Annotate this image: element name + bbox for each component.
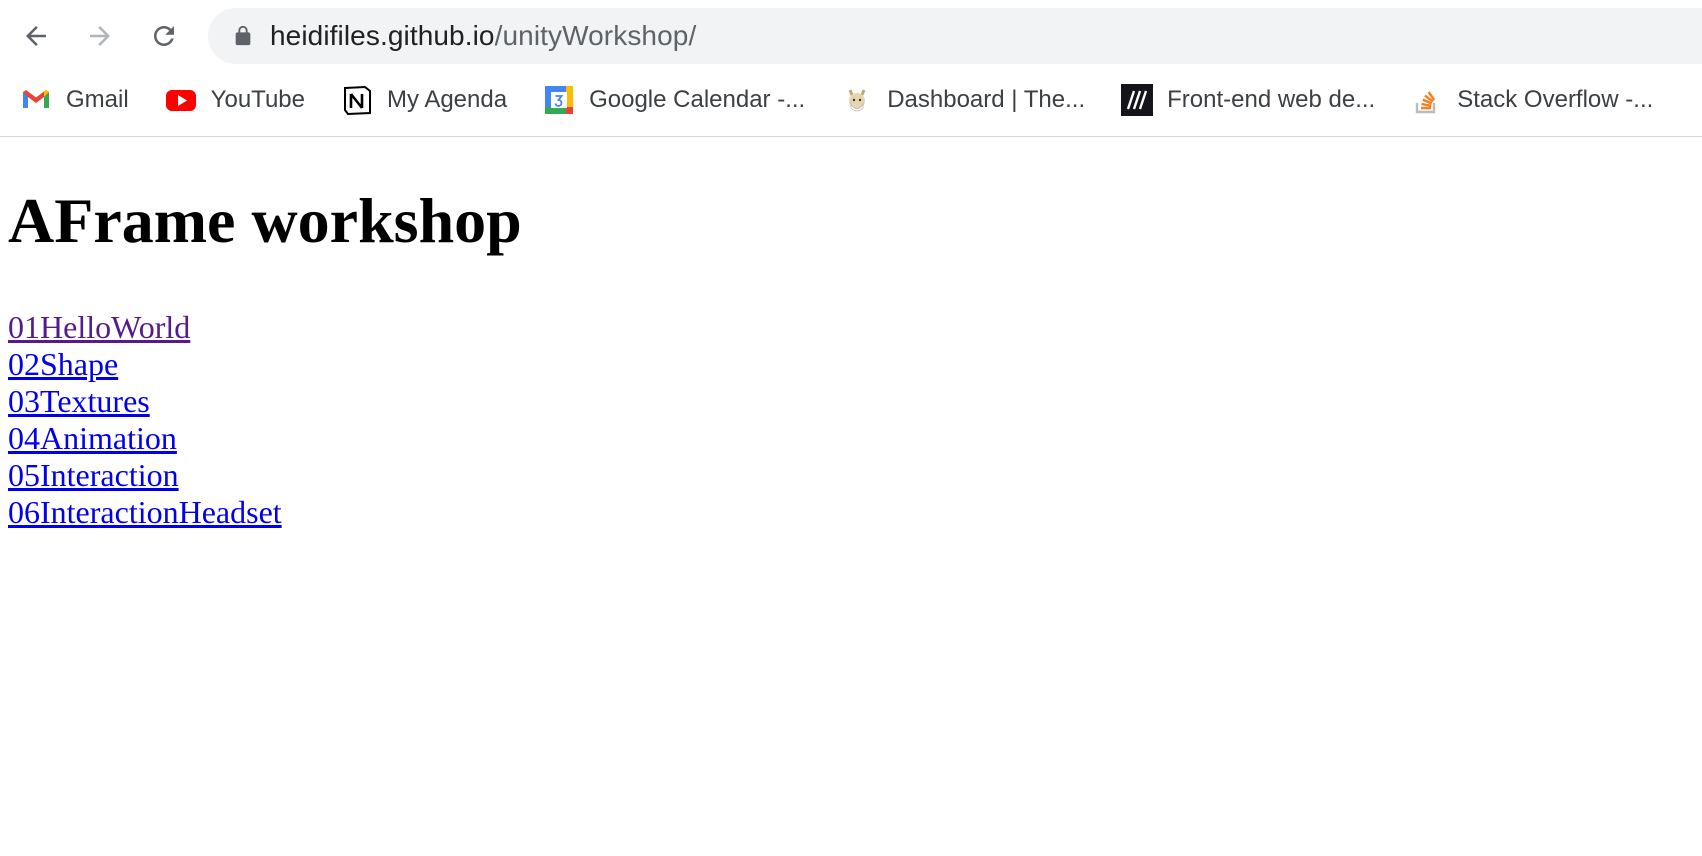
arrow-left-icon bbox=[26, 26, 46, 46]
url-host: heidifiles.github.io bbox=[270, 20, 495, 51]
youtube-icon bbox=[165, 84, 197, 116]
link-01-hello-world[interactable]: 01HelloWorld bbox=[8, 309, 190, 346]
browser-toolbar: heidifiles.github.io/unityWorkshop/ bbox=[0, 0, 1702, 72]
bookmarks-bar: Gmail YouTube My Agenda Google Calendar … bbox=[0, 76, 1702, 124]
link-03-textures[interactable]: 03Textures bbox=[8, 383, 150, 420]
link-04-animation[interactable]: 04Animation bbox=[8, 420, 177, 457]
url-path: /unityWorkshop/ bbox=[494, 20, 697, 51]
bookmark-label: Stack Overflow -... bbox=[1457, 86, 1654, 113]
arrow-right-icon bbox=[90, 26, 110, 46]
link-05-interaction[interactable]: 05Interaction bbox=[8, 457, 179, 494]
workshop-link-list: 01HelloWorld 02Shape 03Textures 04Animat… bbox=[8, 309, 1694, 531]
bookmark-label: My Agenda bbox=[386, 86, 508, 113]
dashboard-icon bbox=[841, 84, 873, 116]
mdn-icon bbox=[1121, 84, 1154, 116]
bookmark-dashboard[interactable]: Dashboard | The... bbox=[821, 78, 1101, 122]
bookmark-youtube[interactable]: YouTube bbox=[145, 78, 321, 122]
address-bar[interactable]: heidifiles.github.io/unityWorkshop/ bbox=[208, 8, 1702, 64]
back-button[interactable] bbox=[16, 16, 56, 56]
page-content: AFrame workshop 01HelloWorld 02Shape 03T… bbox=[0, 137, 1702, 539]
bookmark-label: YouTube bbox=[210, 86, 305, 113]
forward-button[interactable] bbox=[80, 16, 120, 56]
bookmark-label: Front-end web de... bbox=[1167, 86, 1376, 113]
bookmark-google-calendar[interactable]: Google Calendar -... bbox=[523, 78, 821, 122]
bookmark-label: Dashboard | The... bbox=[887, 86, 1086, 113]
url-text: heidifiles.github.io/unityWorkshop/ bbox=[270, 20, 696, 52]
page-title: AFrame workshop bbox=[8, 185, 522, 256]
gmail-icon bbox=[20, 84, 52, 116]
bookmark-label: Google Calendar -... bbox=[589, 86, 806, 113]
lock-icon[interactable] bbox=[232, 25, 254, 47]
bookmark-stack-overflow[interactable]: Stack Overflow -... bbox=[1391, 78, 1669, 122]
reload-button[interactable] bbox=[144, 16, 184, 56]
link-06-interaction-headset[interactable]: 06InteractionHeadset bbox=[8, 494, 282, 531]
bookmark-front-end-web[interactable]: Front-end web de... bbox=[1101, 78, 1391, 122]
browser-chrome: heidifiles.github.io/unityWorkshop/ Gmai… bbox=[0, 0, 1702, 137]
bookmark-my-agenda[interactable]: My Agenda bbox=[321, 78, 523, 122]
google-calendar-icon bbox=[543, 84, 575, 116]
notion-icon bbox=[341, 84, 373, 116]
stackoverflow-icon bbox=[1411, 84, 1443, 116]
link-02-shape[interactable]: 02Shape bbox=[8, 346, 118, 383]
bookmark-gmail[interactable]: Gmail bbox=[0, 78, 145, 122]
bookmark-label: Gmail bbox=[66, 86, 129, 113]
reload-icon bbox=[154, 26, 174, 46]
